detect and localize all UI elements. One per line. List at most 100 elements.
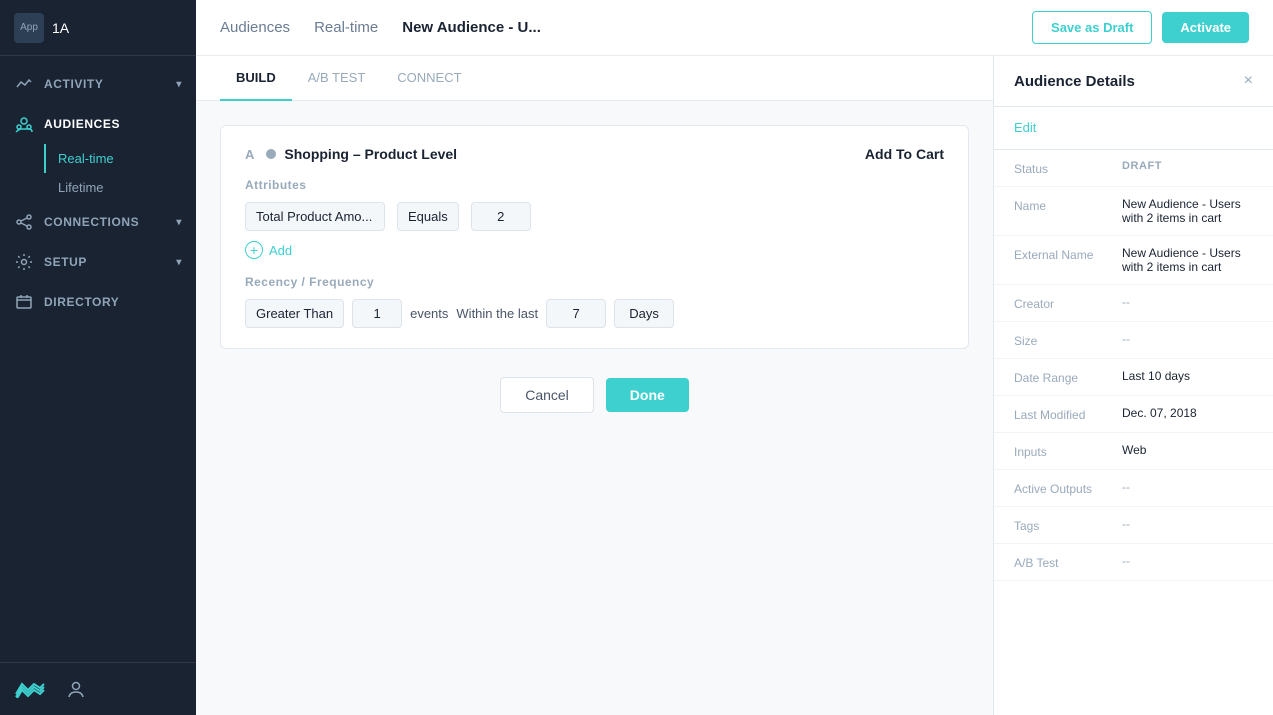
action-name: Add To Cart <box>865 146 944 162</box>
connections-icon <box>14 212 34 232</box>
topbar-nav: Audiences Real-time New Audience - U... <box>220 19 541 36</box>
sidebar-item-connections-label: CONNECTIONS <box>44 215 139 229</box>
sidebar-item-audiences[interactable]: AUDIENCES <box>0 104 196 144</box>
details-panel-title: Audience Details <box>1014 73 1135 90</box>
details-body: Status DRAFT Name New Audience - Users w… <box>994 150 1273 581</box>
attribute-row: Total Product Amo... Equals 2 <box>245 202 944 231</box>
content-area: BUILD A/B TEST CONNECT A Shopping – Prod… <box>196 56 1273 715</box>
sidebar-item-directory-label: DIRECTORY <box>44 295 119 309</box>
event-name: Shopping – Product Level <box>284 146 857 162</box>
audiences-submenu: Real-time Lifetime <box>0 144 196 202</box>
form-actions: Cancel Done <box>220 377 969 413</box>
tab-connect[interactable]: CONNECT <box>381 56 477 101</box>
cancel-button[interactable]: Cancel <box>500 377 594 413</box>
detail-val-active-outputs: -- <box>1122 480 1130 496</box>
detail-row-status: Status DRAFT <box>994 150 1273 187</box>
sidebar-item-directory[interactable]: DIRECTORY <box>0 282 196 322</box>
add-button[interactable]: + Add <box>245 241 292 259</box>
block-label-a: A <box>245 147 254 162</box>
detail-key-ab-test: A/B Test <box>1014 554 1114 570</box>
sidebar-nav: ACTIVITY ▾ AUDIENCES Real-time Lifetime … <box>0 56 196 662</box>
add-label: Add <box>269 243 292 258</box>
recency-events-label: events <box>410 306 448 321</box>
detail-val-creator: -- <box>1122 295 1130 311</box>
sidebar-item-realtime[interactable]: Real-time <box>44 144 196 173</box>
sidebar-item-setup-label: SETUP <box>44 255 87 269</box>
details-edit-button[interactable]: Edit <box>1014 120 1036 135</box>
detail-val-last-modified: Dec. 07, 2018 <box>1122 406 1197 422</box>
setup-chevron-icon: ▾ <box>176 257 182 268</box>
tab-build[interactable]: BUILD <box>220 56 292 101</box>
detail-val-inputs: Web <box>1122 443 1146 459</box>
audiences-icon <box>14 114 34 134</box>
done-button[interactable]: Done <box>606 378 689 412</box>
topbar-page-title: New Audience - U... <box>402 19 541 36</box>
detail-key-date-range: Date Range <box>1014 369 1114 385</box>
connections-chevron-icon: ▾ <box>176 217 182 228</box>
detail-key-active-outputs: Active Outputs <box>1014 480 1114 496</box>
topbar-audiences-link[interactable]: Audiences <box>220 19 290 36</box>
footer-user-icon[interactable] <box>62 675 90 703</box>
save-draft-button[interactable]: Save as Draft <box>1032 11 1152 44</box>
close-icon[interactable]: × <box>1244 72 1253 90</box>
sidebar-item-audiences-label: AUDIENCES <box>44 117 120 131</box>
details-panel: Audience Details × Edit Status DRAFT Nam… <box>993 56 1273 715</box>
attribute-value[interactable]: 2 <box>471 202 531 231</box>
sidebar-brand: 1A <box>52 20 69 36</box>
detail-val-date-range: Last 10 days <box>1122 369 1190 385</box>
editor-body: A Shopping – Product Level Add To Cart A… <box>196 101 993 715</box>
attribute-operator[interactable]: Equals <box>397 202 459 231</box>
sidebar-item-activity[interactable]: ACTIVITY ▾ <box>0 64 196 104</box>
detail-key-status: Status <box>1014 160 1114 176</box>
detail-row-size: Size -- <box>994 322 1273 359</box>
tab-ab-test[interactable]: A/B TEST <box>292 56 382 101</box>
detail-val-external-name: New Audience - Users with 2 items in car… <box>1122 246 1253 274</box>
activate-button[interactable]: Activate <box>1162 12 1249 43</box>
detail-key-tags: Tags <box>1014 517 1114 533</box>
details-edit-section: Edit <box>994 107 1273 150</box>
sidebar-item-setup[interactable]: SETUP ▾ <box>0 242 196 282</box>
recency-operator[interactable]: Greater Than <box>245 299 344 328</box>
recency-row: Greater Than 1 events Within the last 7 … <box>245 299 944 328</box>
detail-row-ab-test: A/B Test -- <box>994 544 1273 581</box>
recency-days-unit[interactable]: Days <box>614 299 674 328</box>
main-content: Audiences Real-time New Audience - U... … <box>196 0 1273 715</box>
sidebar: App 1A ACTIVITY ▾ AUDIENCES Real-time Li… <box>0 0 196 715</box>
sidebar-footer <box>0 662 196 715</box>
recency-number[interactable]: 1 <box>352 299 402 328</box>
directory-icon <box>14 292 34 312</box>
recency-within-label: Within the last <box>456 306 538 321</box>
attribute-field[interactable]: Total Product Amo... <box>245 202 385 231</box>
setup-icon <box>14 252 34 272</box>
detail-val-status: DRAFT <box>1122 160 1162 176</box>
sidebar-item-lifetime[interactable]: Lifetime <box>44 173 196 202</box>
detail-key-external-name: External Name <box>1014 246 1114 274</box>
activity-chevron-icon: ▾ <box>176 79 182 90</box>
recency-section-label: Recency / Frequency <box>245 275 944 289</box>
detail-row-name: Name New Audience - Users with 2 items i… <box>994 187 1273 236</box>
detail-row-inputs: Inputs Web <box>994 433 1273 470</box>
audience-block: A Shopping – Product Level Add To Cart A… <box>220 125 969 349</box>
detail-val-name: New Audience - Users with 2 items in car… <box>1122 197 1253 225</box>
sidebar-header: App 1A <box>0 0 196 56</box>
recency-days-number[interactable]: 7 <box>546 299 606 328</box>
app-icon: App <box>14 13 44 43</box>
sidebar-item-connections[interactable]: CONNECTIONS ▾ <box>0 202 196 242</box>
detail-val-tags: -- <box>1122 517 1130 533</box>
detail-key-last-modified: Last Modified <box>1014 406 1114 422</box>
detail-row-creator: Creator -- <box>994 285 1273 322</box>
add-circle-icon: + <box>245 241 263 259</box>
detail-row-date-range: Date Range Last 10 days <box>994 359 1273 396</box>
detail-key-creator: Creator <box>1014 295 1114 311</box>
detail-val-ab-test: -- <box>1122 554 1130 570</box>
detail-row-tags: Tags -- <box>994 507 1273 544</box>
block-header: A Shopping – Product Level Add To Cart <box>245 146 944 162</box>
detail-row-last-modified: Last Modified Dec. 07, 2018 <box>994 396 1273 433</box>
detail-row-external-name: External Name New Audience - Users with … <box>994 236 1273 285</box>
detail-key-inputs: Inputs <box>1014 443 1114 459</box>
attributes-section-label: Attributes <box>245 178 944 192</box>
topbar-realtime-link[interactable]: Real-time <box>314 19 378 36</box>
footer-logo <box>14 677 46 701</box>
block-dot-icon <box>266 149 276 159</box>
detail-key-size: Size <box>1014 332 1114 348</box>
